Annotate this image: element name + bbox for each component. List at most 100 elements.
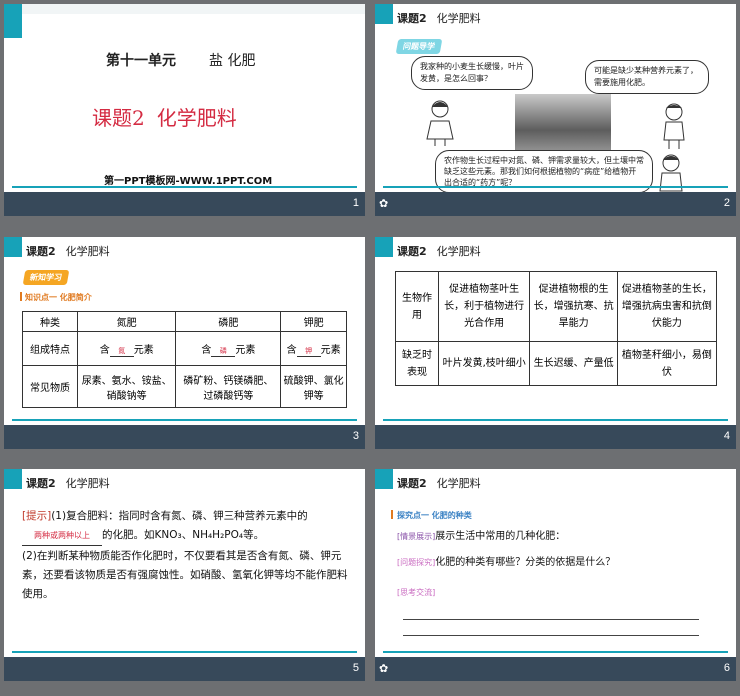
slide-footer: 1: [4, 192, 365, 216]
effect-table: 生物作用 促进植物茎叶生长，利于植物进行光合作用 促进植物根的生长，增强抗寒、抗…: [395, 271, 718, 386]
star-icon: ✿: [379, 662, 389, 675]
slide-5[interactable]: 课题2 化学肥料 [提示](1)复合肥料：指同时含有氮、磷、钾三种营养元素中的 两…: [4, 469, 365, 681]
row-label: 生物作用: [395, 271, 439, 342]
row-label: 常见物质: [22, 365, 78, 408]
table-cell: 含钾元素: [280, 331, 347, 366]
table-cell: 促进植物根的生长，增强抗寒、抗旱能力: [529, 271, 618, 342]
table-cell: 植物茎秆细小，易倒伏: [616, 341, 718, 386]
table-cell: 促进植物茎的生长，增强抗病虫害和抗倒伏能力: [616, 271, 718, 342]
header-title: 化学肥料: [436, 12, 481, 25]
slide-6[interactable]: 课题2 化学肥料 探究点一 化肥的种类 [情景展示]展示生活中常用的几种化肥： […: [375, 469, 736, 681]
header-title: 化学肥料: [436, 245, 481, 258]
header-number: 课题2: [26, 245, 56, 258]
page-number: 3: [352, 430, 359, 442]
question-tag: [问题探究]: [397, 558, 436, 567]
frame-bottom-line: [12, 419, 357, 421]
frame-bottom-line: [12, 651, 357, 653]
header-number: 课题2: [397, 12, 427, 25]
header-number: 课题2: [26, 477, 56, 490]
kp-marker: [20, 292, 22, 301]
page-number: 4: [723, 430, 730, 442]
question-line: [问题探究]化肥的种类有哪些？分类的依据是什么？: [397, 557, 616, 568]
fertilizer-table: 种类 氮肥 磷肥 钾肥 组成特点 含氮元素 含磷元素 含钾元素 常见物质 尿素、…: [22, 311, 347, 408]
scene-tag: [情景展示]: [397, 532, 436, 541]
frame-accent: [4, 469, 22, 489]
section-chip: 新知学习: [22, 270, 70, 285]
slide-footer: 3: [4, 425, 365, 449]
kp-marker: [391, 510, 393, 519]
answer-line: [403, 635, 699, 636]
table-header: 种类: [22, 311, 78, 332]
slide-1[interactable]: 第十一单元 盐 化肥 课题2 化学肥料 第一PPT模板网-WWW.1PPT.COM…: [4, 4, 365, 216]
row-label: 组成特点: [22, 331, 78, 366]
table-cell: 含氮元素: [76, 331, 177, 366]
header-number: 课题2: [397, 245, 427, 258]
slide-footer: ✿ 6: [375, 657, 736, 681]
slide-header: 课题2 化学肥料: [397, 475, 481, 491]
table-header: 磷肥: [175, 311, 282, 332]
table-cell: 硫酸钾、氯化钾等: [280, 365, 347, 408]
slide-header: 课题2 化学肥料: [397, 10, 481, 26]
table-cell: 促进植物茎叶生长，利于植物进行光合作用: [437, 271, 531, 342]
slide-header: 课题2 化学肥料: [26, 475, 110, 491]
table-cell: 生长迟缓、产量低: [529, 341, 618, 386]
frame-bottom-line: [383, 419, 728, 421]
answer-line: [403, 619, 699, 620]
lesson-title: 课题2 化学肥料: [92, 102, 237, 131]
speech-bubble-left: 我家种的小麦生长缓慢，叶片发黄，是怎么回事？: [411, 56, 533, 90]
frame-top-strip: [22, 4, 365, 14]
section-chip: 问题导学: [395, 39, 443, 54]
unit-title: 第十一单元: [106, 53, 176, 69]
table-cell: 尿素、氨水、铵盐、硝酸钠等: [76, 365, 177, 408]
unit-topic: 盐 化肥: [209, 53, 256, 69]
slide-2[interactable]: 课题2 化学肥料 问题导学 我家种的小麦生长缓慢，叶片发黄，是怎么回事？ 可能是缺…: [375, 4, 736, 216]
slide-4[interactable]: 课题2 化学肥料 生物作用 促进植物茎叶生长，利于植物进行光合作用 促进植物根的生…: [375, 237, 736, 449]
frame-accent: [375, 4, 393, 24]
star-icon: ✿: [379, 197, 389, 210]
answer-fill: 磷: [219, 346, 227, 355]
page-number: 2: [723, 197, 730, 209]
page-number: 6: [723, 662, 730, 674]
slide-footer: 5: [4, 657, 365, 681]
knowledge-point: 知识点一 化肥简介: [25, 293, 92, 302]
girl-illustration-icon: [426, 100, 454, 146]
page-number: 1: [352, 197, 359, 209]
frame-accent: [375, 469, 393, 489]
page-number: 5: [352, 662, 359, 674]
table-header: 氮肥: [76, 311, 177, 332]
answer-fill: 氮: [118, 346, 126, 355]
header-title: 化学肥料: [65, 477, 110, 490]
table-cell: 含磷元素: [175, 331, 282, 366]
discussion-tag: [思考交流]: [397, 588, 436, 597]
lesson-number: 课题2: [92, 106, 145, 130]
table-cell: 叶片发黄,枝叶细小: [437, 341, 531, 386]
lesson-name: 化学肥料: [156, 106, 237, 130]
answer-fill: 钾: [305, 346, 313, 355]
slide-header: 课题2 化学肥料: [397, 243, 481, 259]
tip-label: [提示]: [22, 510, 52, 522]
header-title: 化学肥料: [436, 477, 481, 490]
tip-paragraph-2: (2)在判断某种物质能否作化肥时，不仅要看其是否含有氮、磷、钾元素，还要看该物质…: [22, 550, 348, 600]
table-header: 钾肥: [280, 311, 347, 332]
frame-accent: [375, 237, 393, 257]
field-photo: [515, 94, 611, 154]
header-number: 课题2: [397, 477, 427, 490]
row-label: 缺乏时表现: [395, 341, 439, 386]
frame-bottom-line: [383, 186, 728, 188]
slide-footer: ✿ 2: [375, 192, 736, 216]
scene-line: [情景展示]展示生活中常用的几种化肥：: [397, 531, 566, 542]
header-title: 化学肥料: [65, 245, 110, 258]
slide-3[interactable]: 课题2 化学肥料 新知学习 知识点一 化肥简介 种类 氮肥 磷肥 钾肥 组成特点 …: [4, 237, 365, 449]
speech-bubble-right: 可能是缺少某种营养元素了，需要施用化肥。: [585, 60, 709, 94]
frame-bottom-line: [12, 186, 357, 188]
slide-footer: 4: [375, 425, 736, 449]
answer-fill: 两种或两种以上: [34, 531, 90, 540]
table-cell: 磷矿粉、钙镁磷肥、过磷酸钙等: [175, 365, 282, 408]
inquiry-point: 探究点一 化肥的种类: [397, 511, 472, 520]
tip-paragraph-1: [提示](1)复合肥料：指同时含有氮、磷、钾三种营养元素中的 两种或两种以上 的化…: [22, 507, 352, 546]
boy-illustration-icon: [663, 103, 685, 149]
frame-accent: [4, 4, 22, 38]
frame-accent: [4, 237, 22, 257]
site-watermark: 第一PPT模板网-WWW.1PPT.COM: [104, 176, 273, 187]
slide-header: 课题2 化学肥料: [26, 243, 110, 259]
